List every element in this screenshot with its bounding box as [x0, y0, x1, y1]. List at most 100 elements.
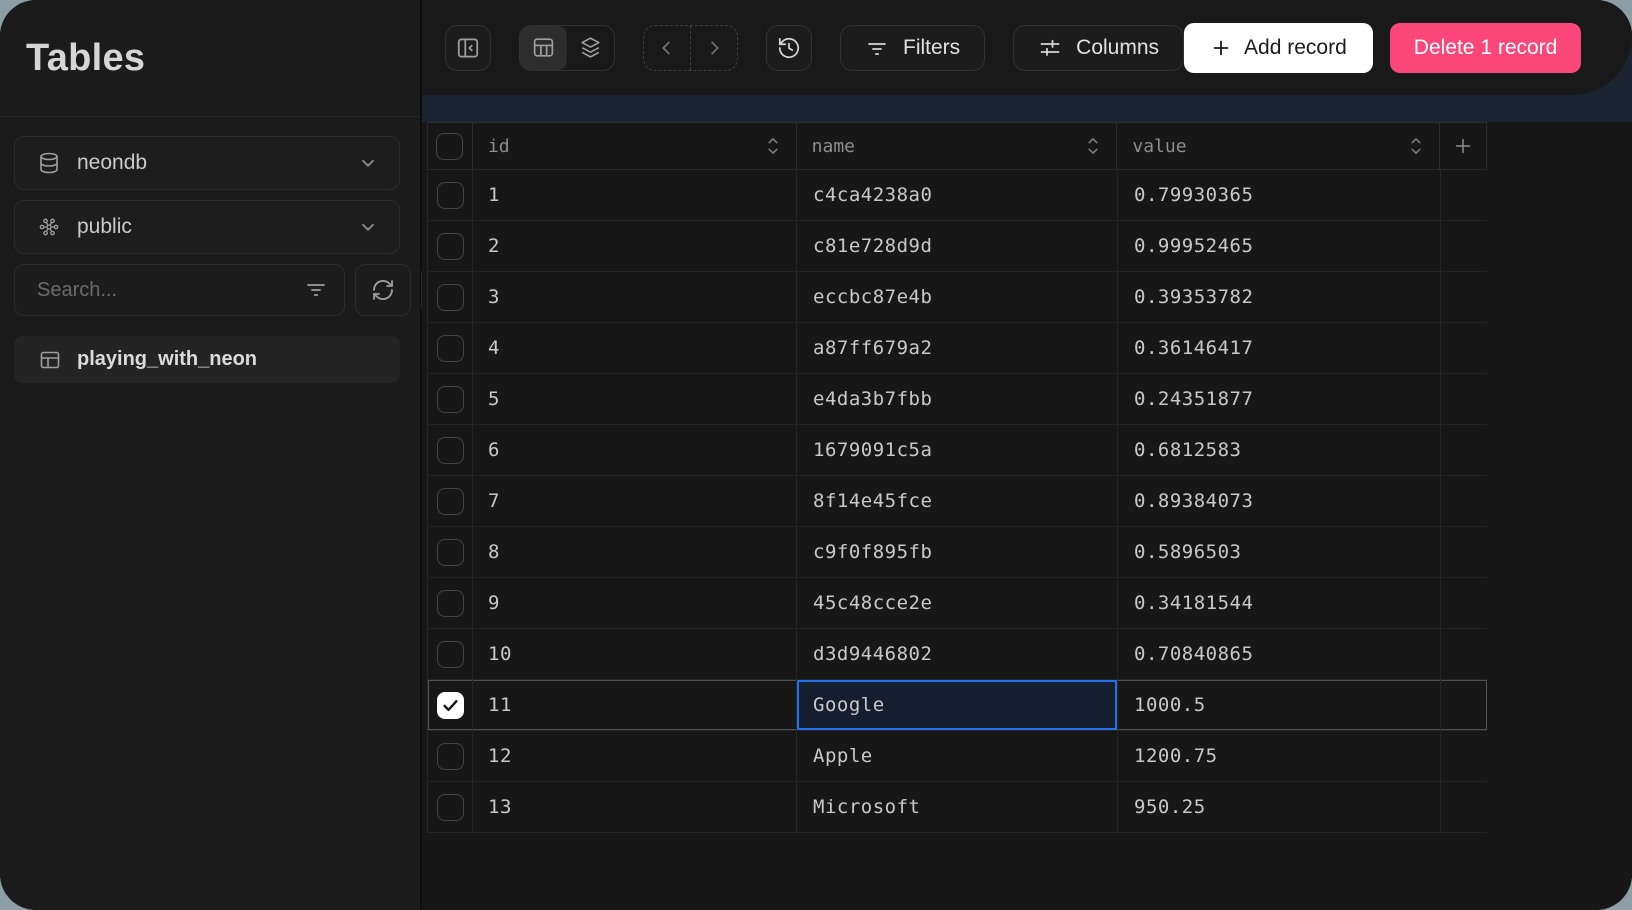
history-button[interactable] [766, 25, 812, 71]
row-select-cell[interactable] [428, 425, 473, 475]
cell-value[interactable]: 0.79930365 [1118, 170, 1441, 220]
next-page-button[interactable] [690, 26, 737, 70]
row-select-cell[interactable] [428, 374, 473, 424]
cell-id[interactable]: 12 [473, 731, 797, 781]
cell-value[interactable]: 1200.75 [1118, 731, 1441, 781]
cell-name[interactable]: eccbc87e4b [797, 272, 1118, 322]
data-grid: id name value [427, 122, 1487, 833]
column-header-label: name [812, 136, 855, 157]
columns-button-label: Columns [1076, 36, 1159, 60]
column-header-id[interactable]: id [473, 123, 797, 169]
row-select-cell[interactable] [428, 680, 473, 730]
row-checkbox[interactable] [437, 182, 464, 209]
cell-value[interactable]: 0.89384073 [1118, 476, 1441, 526]
add-record-button[interactable]: Add record [1184, 23, 1373, 73]
row-checkbox[interactable] [437, 233, 464, 260]
cell-value[interactable]: 0.6812583 [1118, 425, 1441, 475]
row-checkbox[interactable] [437, 386, 464, 413]
cell-id[interactable]: 10 [473, 629, 797, 679]
cell-id[interactable]: 2 [473, 221, 797, 271]
row-select-cell[interactable] [428, 527, 473, 577]
cell-value[interactable]: 0.99952465 [1118, 221, 1441, 271]
sort-icon [764, 135, 782, 157]
cell-name[interactable]: c4ca4238a0 [797, 170, 1118, 220]
cell-name[interactable]: a87ff679a2 [797, 323, 1118, 373]
cell-name[interactable]: 45c48cce2e [797, 578, 1118, 628]
filters-button-label: Filters [903, 36, 960, 60]
cell-id[interactable]: 8 [473, 527, 797, 577]
row-select-cell[interactable] [428, 272, 473, 322]
delete-record-button[interactable]: Delete 1 record [1390, 23, 1582, 73]
cell-value[interactable]: 0.36146417 [1118, 323, 1441, 373]
cell-value[interactable]: 0.70840865 [1118, 629, 1441, 679]
cell-name[interactable]: Apple [797, 731, 1118, 781]
cell-value[interactable]: 950.25 [1118, 782, 1441, 832]
sidebar-item-playing-with-neon[interactable]: playing_with_neon [14, 336, 400, 383]
filters-button[interactable]: Filters [840, 25, 985, 71]
prev-page-button[interactable] [644, 26, 690, 70]
row-checkbox[interactable] [437, 590, 464, 617]
row-checkbox[interactable] [437, 488, 464, 515]
collapse-sidebar-button[interactable] [445, 25, 491, 71]
column-header-label: value [1132, 136, 1186, 157]
search-input[interactable] [35, 278, 304, 303]
row-checkbox[interactable] [437, 641, 464, 668]
cell-id[interactable]: 7 [473, 476, 797, 526]
table-view-toggle[interactable] [520, 26, 567, 70]
row-select-cell[interactable] [428, 323, 473, 373]
row-select-cell[interactable] [428, 782, 473, 832]
select-all-checkbox[interactable] [436, 133, 463, 160]
layers-view-toggle[interactable] [567, 26, 614, 70]
cell-name[interactable]: 1679091c5a [797, 425, 1118, 475]
cell-value[interactable]: 0.34181544 [1118, 578, 1441, 628]
row-checkbox[interactable] [437, 335, 464, 362]
layers-icon [578, 35, 603, 60]
schema-selector[interactable]: public [14, 200, 400, 254]
cell-id[interactable]: 3 [473, 272, 797, 322]
row-select-cell[interactable] [428, 629, 473, 679]
row-select-cell[interactable] [428, 578, 473, 628]
table-row: 10d3d94468020.70840865 [427, 629, 1487, 680]
cell-name[interactable]: 8f14e45fce [797, 476, 1118, 526]
cell-id[interactable]: 5 [473, 374, 797, 424]
cell-value[interactable]: 1000.5 [1118, 680, 1441, 730]
column-header-name[interactable]: name [797, 123, 1118, 169]
table-row: 78f14e45fce0.89384073 [427, 476, 1487, 527]
cell-id[interactable]: 6 [473, 425, 797, 475]
row-select-cell[interactable] [428, 476, 473, 526]
panel-left-close-icon [455, 35, 481, 61]
cell-id[interactable]: 11 [473, 680, 797, 730]
row-select-cell[interactable] [428, 731, 473, 781]
cell-id[interactable]: 13 [473, 782, 797, 832]
row-checkbox[interactable] [437, 743, 464, 770]
cell-name[interactable]: Google [797, 680, 1118, 730]
row-checkbox[interactable] [437, 539, 464, 566]
column-header-value[interactable]: value [1117, 123, 1440, 169]
add-column-button[interactable] [1440, 123, 1487, 169]
cell-name[interactable]: c9f0f895fb [797, 527, 1118, 577]
cell-value[interactable]: 0.5896503 [1118, 527, 1441, 577]
cell-id[interactable]: 4 [473, 323, 797, 373]
page-nav [643, 25, 738, 71]
refresh-button[interactable] [355, 264, 411, 316]
cell-id[interactable]: 9 [473, 578, 797, 628]
cell-name[interactable]: Microsoft [797, 782, 1118, 832]
row-select-cell[interactable] [428, 221, 473, 271]
row-checkbox[interactable] [437, 692, 464, 719]
row-checkbox[interactable] [437, 437, 464, 464]
chevron-left-icon [656, 37, 678, 59]
select-all-cell[interactable] [428, 123, 473, 169]
cell-value[interactable]: 0.39353782 [1118, 272, 1441, 322]
row-checkbox[interactable] [437, 794, 464, 821]
cell-id[interactable]: 1 [473, 170, 797, 220]
table-row: 12Apple1200.75 [427, 731, 1487, 782]
row-select-cell[interactable] [428, 170, 473, 220]
database-selector[interactable]: neondb [14, 136, 400, 190]
table-search[interactable] [14, 264, 345, 316]
cell-value[interactable]: 0.24351877 [1118, 374, 1441, 424]
row-checkbox[interactable] [437, 284, 464, 311]
cell-name[interactable]: d3d9446802 [797, 629, 1118, 679]
cell-name[interactable]: e4da3b7fbb [797, 374, 1118, 424]
columns-button[interactable]: Columns [1013, 25, 1184, 71]
cell-name[interactable]: c81e728d9d [797, 221, 1118, 271]
